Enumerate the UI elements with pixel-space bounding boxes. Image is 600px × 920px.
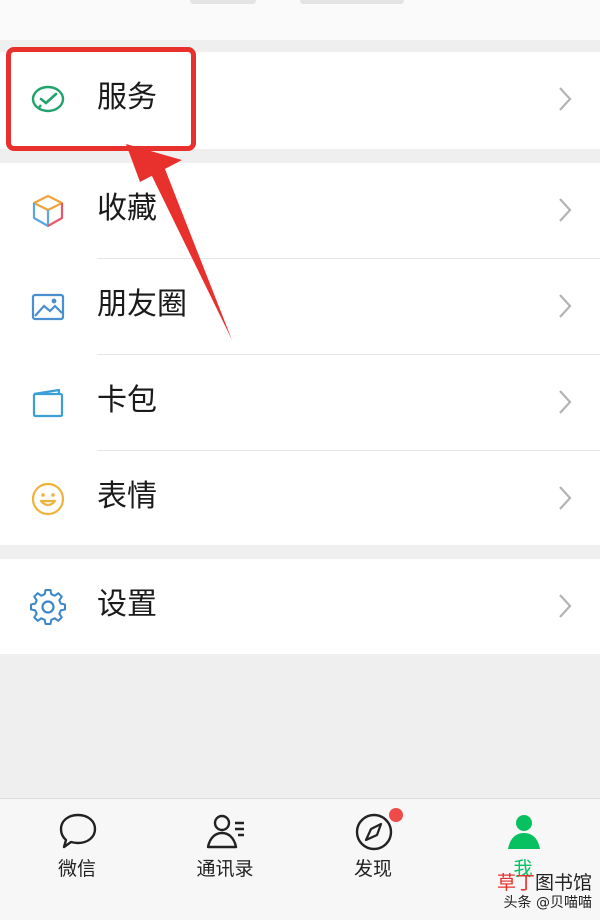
photo-icon [31,293,65,321]
menu-item-moments[interactable]: 朋友圈 [0,259,600,354]
tab-chats[interactable]: 微信 [2,799,152,920]
top-pill [190,0,256,4]
chat-bubble-icon [59,813,97,849]
chevron-right-icon [559,390,572,414]
chevron-right-icon [559,87,572,111]
menu-item-label: 卡包 [97,383,157,418]
contacts-icon [206,814,244,849]
tab-label: 通讯录 [196,858,254,880]
section-main: 收藏 朋友圈 卡包 表情 [0,163,600,545]
chevron-right-icon [559,198,572,222]
menu-item-card-wallet[interactable]: 卡包 [0,355,600,450]
menu-item-label: 收藏 [97,191,157,226]
chevron-right-icon [559,486,572,510]
watermark: 草丁图书馆 头条 @贝喵喵 [482,872,592,912]
menu-item-stickers[interactable]: 表情 [0,451,600,546]
smiley-icon [31,482,65,516]
top-strip [0,0,600,40]
menu-item-settings[interactable]: 设置 [0,559,600,654]
chevron-right-icon [559,294,572,318]
cube-icon [32,194,64,228]
menu-item-label: 设置 [97,587,157,622]
tab-contacts[interactable]: 通讯录 [150,799,300,920]
tab-discover[interactable]: 发现 [298,799,448,920]
menu-item-label: 朋友圈 [97,287,187,322]
discover-badge-dot [389,808,403,822]
card-wallet-icon [32,388,64,418]
menu-item-label: 表情 [97,479,157,514]
chevron-right-icon [559,594,572,618]
watermark-text: 草丁 [496,872,535,894]
highlight-box [6,47,196,151]
tab-label: 发现 [353,858,392,880]
tab-label: 微信 [57,858,96,880]
gear-icon [30,589,66,625]
watermark-text: 图书馆 [534,872,592,894]
person-icon [508,815,540,849]
top-pill [300,0,404,4]
section-settings: 设置 [0,559,600,654]
menu-item-favorites[interactable]: 收藏 [0,163,600,258]
watermark-source: 头条 @贝喵喵 [503,895,592,911]
